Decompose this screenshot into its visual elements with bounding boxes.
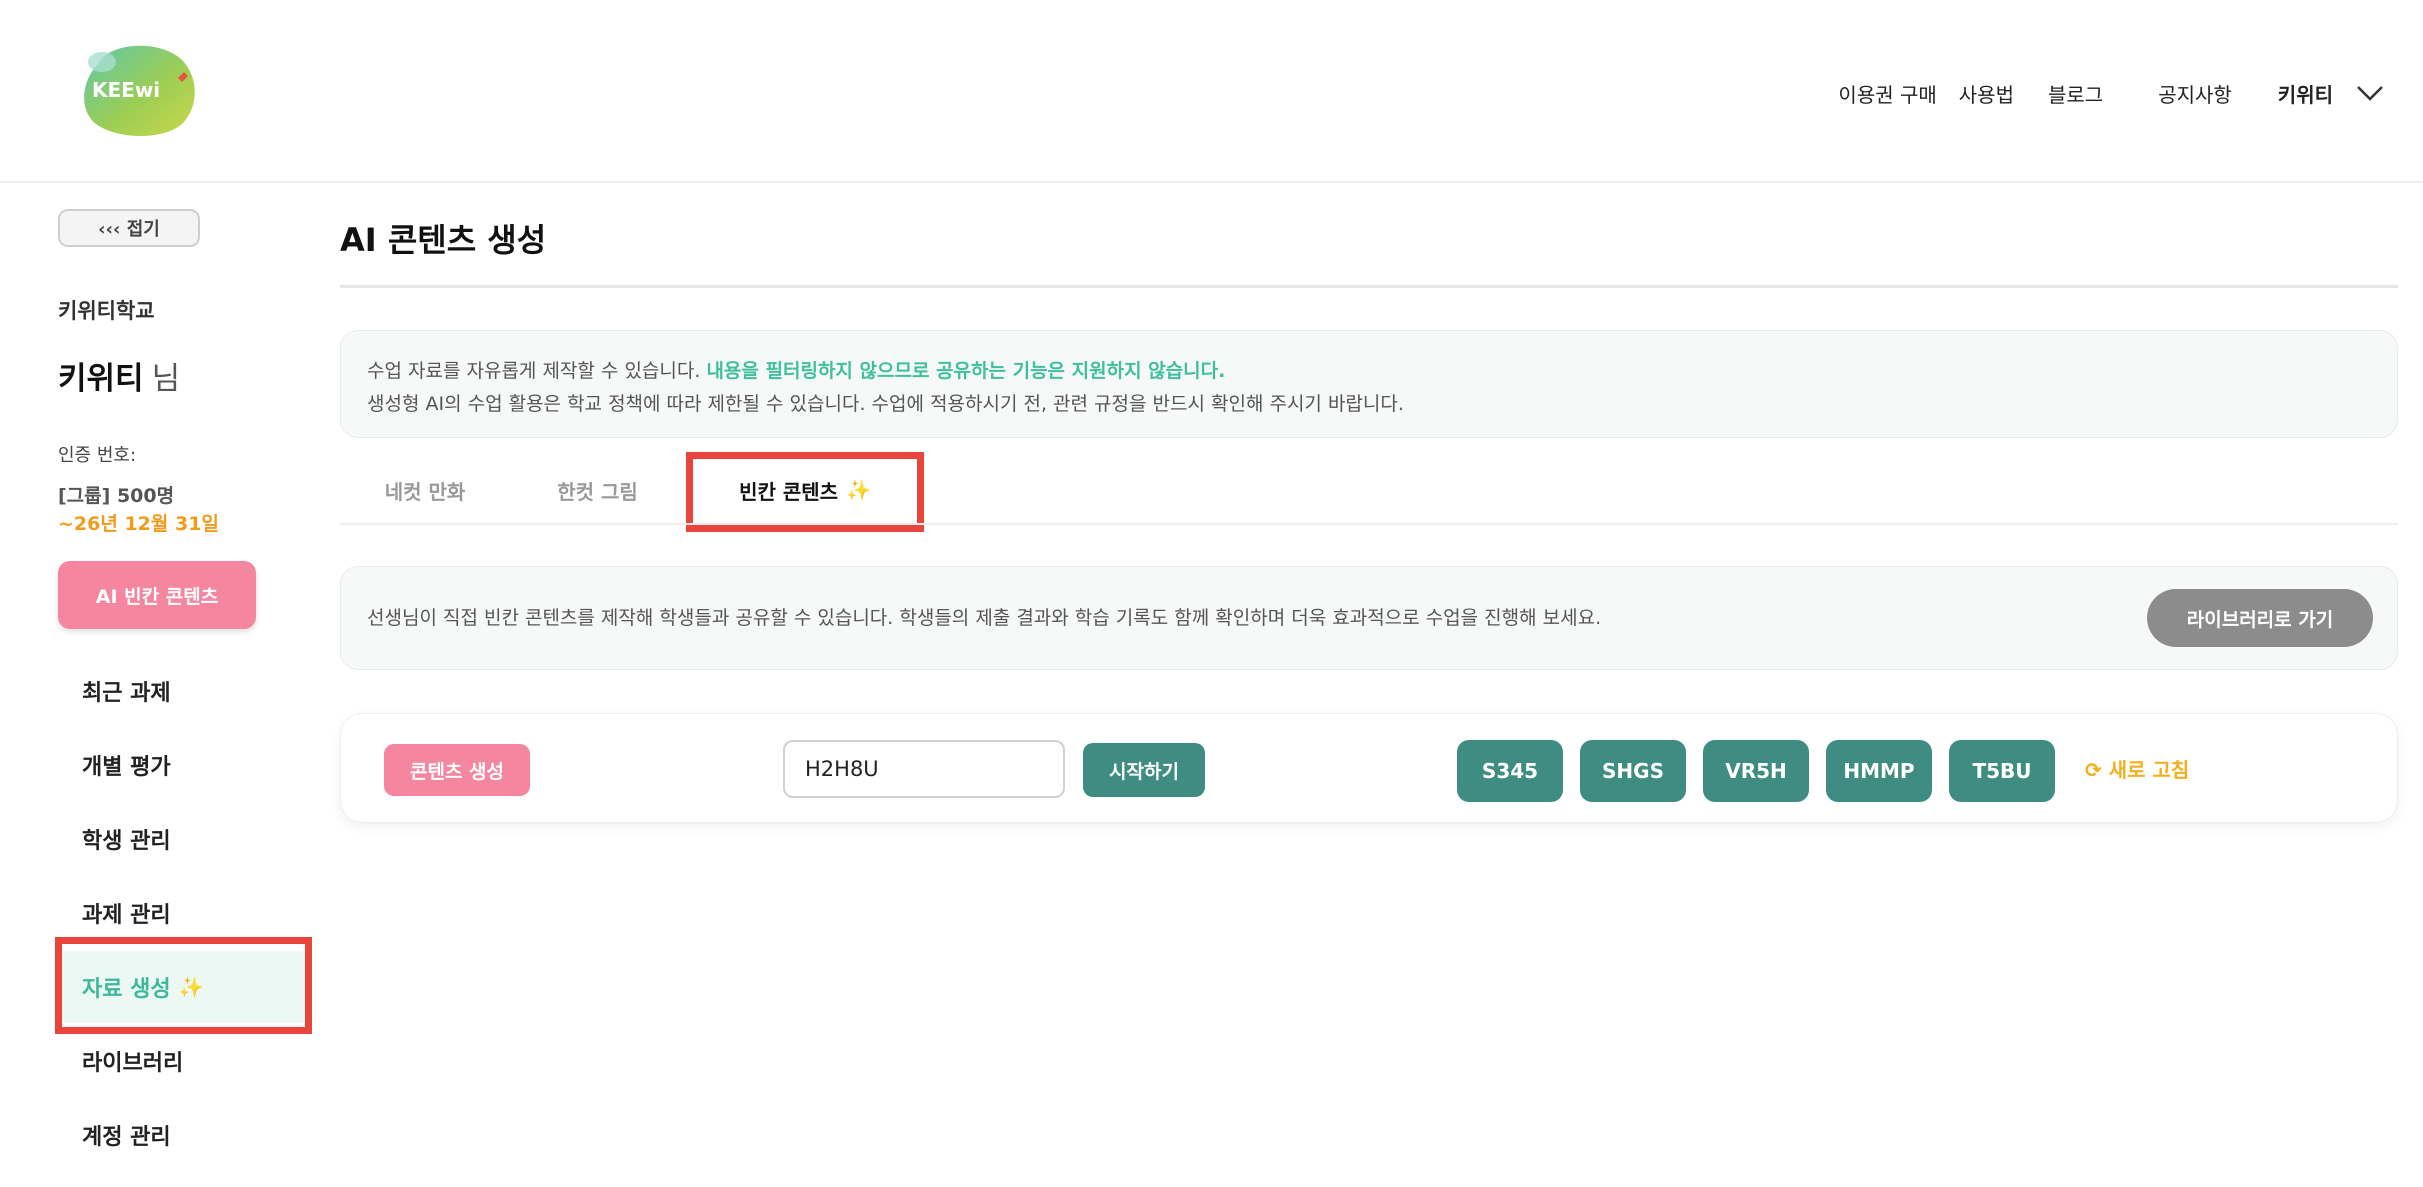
code-input[interactable] xyxy=(783,740,1065,798)
blank-content-description: 선생님이 직접 빈칸 콘텐츠를 제작해 학생들과 공유할 수 있습니다. 학생들… xyxy=(367,607,1602,629)
nav-how-to-use[interactable]: 사용법 xyxy=(1959,79,2014,108)
sidebar: ‹‹‹ 접기 키위티학교 키위티 님 인증 번호: [그룹] 500명 ~26년 … xyxy=(0,185,320,1187)
user-menu-name[interactable]: 키위티 xyxy=(2278,79,2333,108)
code-chip[interactable]: SHGS xyxy=(1580,740,1686,802)
start-button[interactable]: 시작하기 xyxy=(1083,743,1205,797)
sidebar-item-student-management[interactable]: 학생 관리 xyxy=(58,803,308,875)
code-chip[interactable]: VR5H xyxy=(1703,740,1809,802)
code-chip[interactable]: HMMP xyxy=(1826,740,1932,802)
sidebar-item-label: 학생 관리 xyxy=(82,829,171,854)
collapse-sidebar-button[interactable]: ‹‹‹ 접기 xyxy=(58,209,200,247)
cert-expiry-date: ~26년 12월 31일 xyxy=(58,513,219,535)
ai-blank-content-button[interactable]: AI 빈칸 콘텐츠 xyxy=(58,561,256,629)
cert-group: [그룹] 500명 xyxy=(58,485,175,507)
notice-text: 수업 자료를 자유롭게 제작할 수 있습니다. xyxy=(367,360,707,382)
code-chip[interactable]: T5BU xyxy=(1949,740,2055,802)
tab-label: 빈칸 콘텐츠 xyxy=(739,479,839,504)
top-header: KEEwi 이용권 구매 사용법 블로그 공지사항 키위티 xyxy=(0,0,2423,183)
notice-warning-text: 내용을 필터링하지 않으므로 공유하는 기능은 지원하지 않습니다. xyxy=(706,360,1226,382)
nav-blog[interactable]: 블로그 xyxy=(2048,79,2103,108)
cert-number-label: 인증 번호: xyxy=(58,445,137,466)
create-content-button[interactable]: 콘텐츠 생성 xyxy=(384,744,530,796)
go-to-library-button[interactable]: 라이브러리로 가기 xyxy=(2147,589,2373,647)
school-name: 키위티학교 xyxy=(58,299,155,323)
page-title: AI 콘텐츠 생성 xyxy=(340,221,547,259)
refresh-label: 새로 고침 xyxy=(2108,758,2190,782)
user-name: 키위티 xyxy=(58,361,144,397)
tab-blank-content[interactable]: 빈칸 콘텐츠 ✨ xyxy=(690,455,920,525)
refresh-button[interactable]: ⟳ 새로 고침 xyxy=(2085,754,2189,783)
sidebar-item-individual-evaluation[interactable]: 개별 평가 xyxy=(58,729,308,801)
content-action-bar: 콘텐츠 생성 시작하기 S345 SHGS VR5H HMMP T5BU ⟳ 새… xyxy=(340,713,2398,823)
nav-purchase-pass[interactable]: 이용권 구매 xyxy=(1838,79,1936,108)
logo-blob-icon: KEEwi xyxy=(84,45,195,136)
sidebar-item-library[interactable]: 라이브러리 xyxy=(58,1025,308,1097)
notice-box: 수업 자료를 자유롭게 제작할 수 있습니다. 내용을 필터링하지 않으므로 공… xyxy=(340,330,2398,438)
title-divider xyxy=(340,285,2398,288)
sidebar-item-label: 계정 관리 xyxy=(82,1125,171,1150)
highlight-box-material-creation xyxy=(55,937,312,1034)
sidebar-item-account-management[interactable]: 계정 관리 xyxy=(58,1099,308,1171)
chevron-down-icon[interactable] xyxy=(2355,83,2385,103)
nav-notices[interactable]: 공지사항 xyxy=(2158,79,2232,108)
user-greeting: 키위티 님 xyxy=(58,353,180,398)
sidebar-item-label: 라이브러리 xyxy=(82,1051,184,1076)
sidebar-item-label: 최근 과제 xyxy=(82,681,171,706)
refresh-icon: ⟳ xyxy=(2085,758,2102,782)
blank-content-description-box: 선생님이 직접 빈칸 콘텐츠를 제작해 학생들과 공유할 수 있습니다. 학생들… xyxy=(340,566,2398,670)
top-nav: 이용권 구매 사용법 블로그 공지사항 키위티 xyxy=(1838,76,2385,110)
notice-line-2: 생성형 AI의 수업 활용은 학교 정책에 따라 제한될 수 있습니다. 수업에… xyxy=(367,393,1404,415)
notice-line-1: 수업 자료를 자유롭게 제작할 수 있습니다. 내용을 필터링하지 않으므로 공… xyxy=(367,355,2371,388)
code-chip[interactable]: S345 xyxy=(1457,740,1563,802)
logo-text: KEEwi xyxy=(92,78,160,102)
tab-single-cut-image[interactable]: 한컷 그림 xyxy=(510,455,685,525)
content-type-tabs: 네컷 만화 한컷 그림 빈칸 콘텐츠 ✨ xyxy=(340,455,2398,525)
sidebar-item-recent-assignments[interactable]: 최근 과제 xyxy=(58,655,308,727)
sparkle-icon: ✨ xyxy=(846,478,871,502)
tab-four-cut-comic[interactable]: 네컷 만화 xyxy=(340,455,510,525)
sidebar-item-label: 개별 평가 xyxy=(82,755,171,780)
sidebar-item-label: 과제 관리 xyxy=(82,903,171,928)
keewi-logo[interactable]: KEEwi xyxy=(78,42,200,138)
user-suffix: 님 xyxy=(151,361,181,397)
